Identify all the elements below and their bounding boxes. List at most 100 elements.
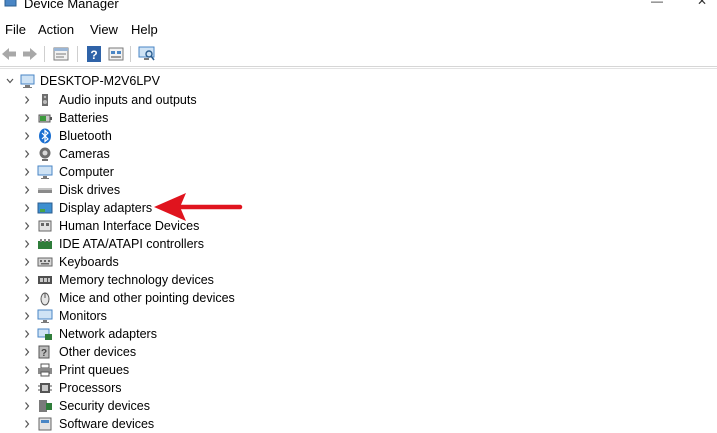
tree-item-label: Computer	[59, 165, 114, 179]
chevron-right-icon[interactable]	[22, 379, 32, 397]
chevron-right-icon[interactable]	[22, 91, 32, 109]
chevron-right-icon[interactable]	[22, 109, 32, 127]
tree-item-label: Disk drives	[59, 183, 121, 197]
chevron-down-icon[interactable]	[5, 72, 15, 90]
tree-item-audio-inputs-and-outputs[interactable]: Audio inputs and outputs	[0, 91, 260, 109]
security-device-icon	[39, 400, 52, 412]
tree-item-network-adapters[interactable]: Network adapters	[0, 325, 260, 343]
toolbar-separator	[44, 46, 45, 62]
chevron-right-icon[interactable]	[22, 163, 32, 181]
tree-item-label: Monitors	[59, 309, 107, 323]
device-manager-app-icon	[4, 0, 17, 7]
chevron-right-icon[interactable]	[22, 415, 32, 433]
help-icon[interactable]: ?	[85, 45, 103, 63]
software-device-icon	[38, 417, 52, 431]
tree-item-label: Software devices	[59, 417, 155, 431]
display-adapter-icon	[37, 202, 53, 214]
network-adapter-icon	[37, 328, 52, 340]
minimize-button[interactable]: —	[645, 0, 669, 8]
tree-item-label: Bluetooth	[59, 129, 112, 143]
tree-item-keyboards[interactable]: Keyboards	[0, 253, 260, 271]
chevron-right-icon[interactable]	[22, 145, 32, 163]
chevron-right-icon[interactable]	[22, 127, 32, 145]
scan-hardware-icon[interactable]	[138, 45, 156, 63]
svg-text:?: ?	[90, 48, 97, 62]
speaker-icon	[42, 94, 48, 106]
tree-item-bluetooth[interactable]: Bluetooth	[0, 127, 260, 145]
tree-item-print-queues[interactable]: Print queues	[0, 361, 260, 379]
menu-action[interactable]: Action	[38, 22, 74, 37]
chevron-right-icon[interactable]	[22, 307, 32, 325]
disk-drive-icon	[38, 188, 52, 193]
back-arrow-icon[interactable]	[0, 45, 18, 63]
unknown-device-icon: ?	[38, 345, 50, 359]
computer-icon	[20, 74, 35, 88]
chevron-right-icon[interactable]	[22, 181, 32, 199]
tree-item-software-devices[interactable]: Software devices	[0, 415, 260, 433]
tree-item-label: Network adapters	[59, 327, 157, 341]
tree-item-memory-technology-devices[interactable]: Memory technology devices	[0, 271, 260, 289]
device-tree: DESKTOP-M2V6LPV Audio inputs and outputs…	[0, 68, 717, 431]
tree-item-label: Print queues	[59, 363, 130, 377]
menu-view[interactable]: View	[90, 22, 118, 37]
tree-root[interactable]: DESKTOP-M2V6LPV	[0, 72, 200, 90]
tree-item-label: Cameras	[59, 147, 110, 161]
tree-item-label: IDE ATA/ATAPI controllers	[59, 237, 204, 251]
hid-icon	[38, 220, 52, 232]
tree-item-label: Other devices	[59, 345, 137, 359]
camera-icon	[39, 147, 51, 161]
menu-help[interactable]: Help	[131, 22, 158, 37]
annotation-arrow	[154, 193, 243, 221]
tree-item-monitors[interactable]: Monitors	[0, 307, 260, 325]
chevron-right-icon[interactable]	[22, 289, 32, 307]
tree-item-label: Batteries	[59, 111, 109, 125]
monitor-icon	[37, 165, 53, 179]
chevron-right-icon[interactable]	[22, 253, 32, 271]
chevron-right-icon[interactable]	[22, 235, 32, 253]
close-button[interactable]: ✕	[690, 0, 714, 8]
chevron-right-icon[interactable]	[22, 343, 32, 361]
tree-item-mice-and-other-pointing-devices[interactable]: Mice and other pointing devices	[0, 289, 260, 307]
monitor-icon	[37, 309, 53, 323]
tree-item-label: Display adapters	[59, 201, 153, 215]
tree-item-processors[interactable]: Processors	[0, 379, 260, 397]
battery-icon	[38, 114, 52, 123]
forward-arrow-icon[interactable]	[21, 45, 39, 63]
ide-controller-icon	[38, 239, 52, 249]
chevron-right-icon[interactable]	[22, 325, 32, 343]
toolbar-separator	[77, 46, 78, 62]
tree-item-label: Security devices	[59, 399, 151, 413]
title-bar: Device Manager — ✕	[0, 0, 717, 14]
tree-item-cameras[interactable]: Cameras	[0, 145, 260, 163]
tree-item-label: Memory technology devices	[59, 273, 214, 287]
tree-item-label: Keyboards	[59, 255, 119, 269]
chevron-right-icon[interactable]	[22, 217, 32, 235]
chevron-right-icon[interactable]	[22, 397, 32, 415]
toolbar: ?	[0, 42, 717, 67]
tree-item-security-devices[interactable]: Security devices	[0, 397, 260, 415]
window-title: Device Manager	[24, 0, 119, 11]
tree-root-label: DESKTOP-M2V6LPV	[40, 74, 160, 88]
menu-bar: File Action View Help	[0, 19, 717, 41]
processor-icon	[38, 383, 52, 393]
properties-icon[interactable]	[52, 45, 70, 63]
svg-text:?: ?	[41, 348, 47, 359]
keyboard-icon	[37, 257, 53, 267]
tree-item-batteries[interactable]: Batteries	[0, 109, 260, 127]
toolbar-separator	[130, 46, 131, 62]
tree-item-label: Processors	[59, 381, 122, 395]
menu-file[interactable]: File	[5, 22, 26, 37]
chevron-right-icon[interactable]	[22, 199, 32, 217]
tree-item-other-devices[interactable]: ? Other devices	[0, 343, 260, 361]
tree-item-computer[interactable]: Computer	[0, 163, 260, 181]
chevron-right-icon[interactable]	[22, 361, 32, 379]
printer-icon	[38, 363, 52, 377]
memory-icon	[38, 276, 52, 284]
tree-item-label: Audio inputs and outputs	[59, 93, 197, 107]
mouse-icon	[40, 292, 50, 306]
tree-item-ide-ata-atapi-controllers[interactable]: IDE ATA/ATAPI controllers	[0, 235, 260, 253]
bluetooth-icon	[39, 128, 51, 144]
tree-item-label: Mice and other pointing devices	[59, 291, 235, 305]
chevron-right-icon[interactable]	[22, 271, 32, 289]
show-hidden-icon[interactable]	[107, 45, 125, 63]
